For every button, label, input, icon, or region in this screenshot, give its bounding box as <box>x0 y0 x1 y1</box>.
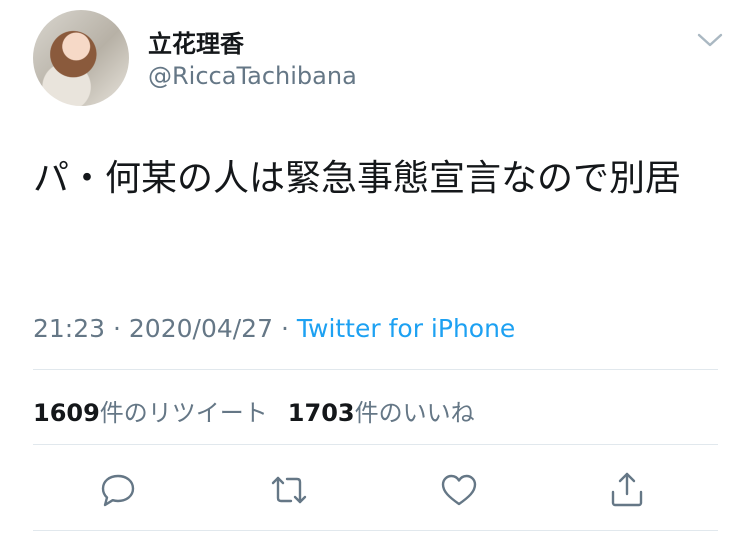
likes-count: 1703 <box>287 399 355 427</box>
tweet-text: パ・何某の人は緊急事態宣言なので別居 <box>33 158 682 199</box>
tweet-stats: 1609件のリツイート 1703件のいいね <box>33 393 475 428</box>
heart-icon <box>441 474 477 506</box>
retweet-button[interactable] <box>265 466 313 514</box>
tweet-meta: 21:23 · 2020/04/27 · Twitter for iPhone <box>33 314 515 343</box>
share-icon <box>611 472 643 507</box>
chevron-down-icon[interactable] <box>696 30 724 50</box>
tweet-date: 2020/04/27 <box>128 314 273 343</box>
meta-separator: · <box>280 314 289 343</box>
avatar[interactable] <box>33 10 129 106</box>
retweet-icon <box>271 476 307 504</box>
tweet-time: 21:23 <box>33 314 106 343</box>
likes-stat[interactable]: 1703件のいいね <box>288 399 475 427</box>
retweets-stat[interactable]: 1609件のリツイート <box>33 399 268 427</box>
author-handle[interactable]: @RiccaTachibana <box>148 62 357 90</box>
divider <box>33 369 718 370</box>
likes-label: 件のいいね <box>354 399 475 427</box>
reply-icon <box>101 474 135 507</box>
author-display-name[interactable]: 立花理香 <box>148 24 244 59</box>
tweet-source-link[interactable]: Twitter for iPhone <box>297 314 515 343</box>
retweets-count: 1609 <box>33 399 100 427</box>
meta-separator: · <box>113 314 121 343</box>
reply-button[interactable] <box>94 466 142 514</box>
divider <box>33 444 718 445</box>
like-button[interactable] <box>435 466 483 514</box>
share-button[interactable] <box>603 466 651 514</box>
tweet-actions <box>0 466 750 516</box>
divider <box>33 530 718 531</box>
retweets-label: 件のリツイート <box>99 399 268 427</box>
